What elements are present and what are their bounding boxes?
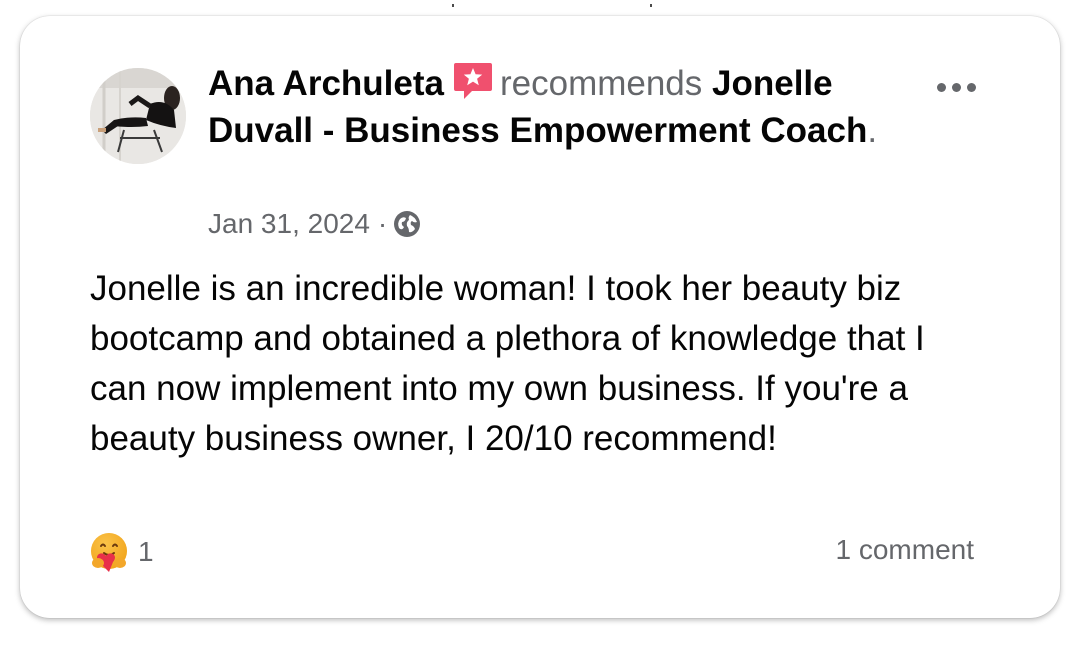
post-body: Jonelle is an incredible woman! I took h… xyxy=(90,269,925,458)
reactions-summary[interactable]: 1 xyxy=(88,530,154,574)
post-header: Ana Archuleta recommends Jonelle Duvall … xyxy=(208,60,928,154)
header-period: . xyxy=(867,111,878,150)
recommend-badge-icon xyxy=(453,63,492,99)
author-avatar[interactable] xyxy=(90,68,186,164)
recommends-label: recommends xyxy=(499,64,703,103)
more-options-button[interactable] xyxy=(926,72,986,102)
top-edge-marks xyxy=(432,4,652,8)
care-reaction-icon xyxy=(91,533,127,572)
comment-count-link[interactable]: 1 comment xyxy=(836,534,975,566)
post-meta: Jan 31, 2024 · xyxy=(208,204,421,244)
globe-icon xyxy=(394,211,421,237)
reaction-count: 1 xyxy=(138,536,154,567)
avatar-photo xyxy=(90,68,186,164)
meta-separator: · xyxy=(377,208,388,239)
more-options-icon xyxy=(936,82,946,92)
author-name[interactable]: Ana Archuleta xyxy=(208,64,444,103)
post-date[interactable]: Jan 31, 2024 xyxy=(208,208,370,240)
recommendation-post-card: Ana Archuleta recommends Jonelle Duvall … xyxy=(20,16,1060,618)
